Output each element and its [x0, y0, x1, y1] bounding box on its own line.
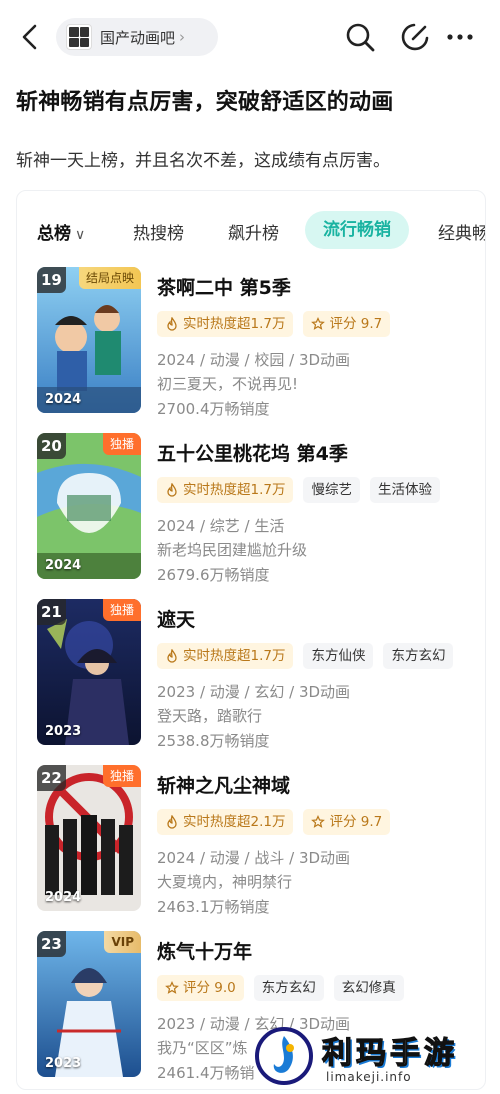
forum-avatar	[66, 24, 92, 50]
ranking-tabs: 总榜∨ 热搜榜 飙升榜 流行畅销 经典畅销	[17, 211, 485, 249]
chip-row: 实时热度超1.7万 评分 9.7	[157, 311, 391, 337]
item-title: 五十公里桃花坞 第4季	[157, 443, 348, 465]
back-arrow-icon[interactable]	[16, 22, 44, 52]
top-bar: 国产动画吧 ›	[0, 0, 500, 74]
genre-chip: 玄幻修真	[333, 975, 404, 1001]
more-icon[interactable]	[444, 20, 478, 54]
poster: 19 结局点映 2024	[37, 267, 141, 413]
star-icon	[311, 815, 326, 828]
list-item[interactable]: 22 独播 2024 斩神之凡尘神域 实时热度超2.1万 评分 9.7 2024…	[37, 765, 477, 916]
genre-chip: 东方玄幻	[383, 643, 454, 669]
star-icon	[311, 317, 326, 330]
watermark: 利玛手游 limakeji.info	[254, 1026, 494, 1090]
forum-name: 国产动画吧	[100, 28, 176, 47]
heat-chip: 实时热度超1.7万	[157, 477, 294, 503]
item-meta: 2024 / 动漫 / 校园 / 3D动画	[157, 351, 351, 369]
chip-row: 实时热度超1.7万 东方仙侠 东方玄幻	[157, 643, 454, 669]
poster: 23 VIP 2023	[37, 931, 141, 1077]
flame-icon	[167, 649, 177, 663]
item-tagline: 我乃“区区”炼	[157, 1039, 248, 1057]
tab-hot-search[interactable]: 热搜榜	[133, 219, 184, 244]
ranking-card: 总榜∨ 热搜榜 飙升榜 流行畅销 经典畅销 19 结局点映 2024 茶啊二中 …	[16, 190, 486, 1090]
tab-classic-sales[interactable]: 经典畅销	[438, 219, 485, 244]
rating-chip: 评分 9.0	[157, 975, 244, 1001]
chevron-right-icon: ›	[179, 28, 186, 46]
item-title: 炼气十万年	[157, 941, 253, 963]
watermark-url: limakeji.info	[326, 1070, 412, 1084]
item-tagline: 新老坞民团建尴尬升级	[157, 541, 308, 559]
rank-badge: 21	[37, 599, 66, 625]
rank-badge: 19	[37, 267, 66, 293]
item-sales: 2700.4万畅销度	[157, 400, 270, 418]
item-sales: 2461.4万畅销	[157, 1064, 255, 1082]
star-icon	[165, 981, 179, 994]
item-title: 茶啊二中 第5季	[157, 277, 291, 299]
poster: 22 独播 2024	[37, 765, 141, 911]
item-sales: 2679.6万畅销度	[157, 566, 270, 584]
item-tagline: 登天路，踏歌行	[157, 707, 263, 725]
tab-popular-sales[interactable]: 流行畅销	[305, 211, 409, 249]
flame-icon	[167, 317, 177, 331]
list-item[interactable]: 21 独播 2023 遮天 实时热度超1.7万 东方仙侠 东方玄幻 2023 /…	[37, 599, 477, 750]
poster-year: 2023	[45, 1056, 82, 1071]
poster: 20 独播 2024	[37, 433, 141, 579]
rating-chip: 评分 9.7	[303, 311, 391, 337]
tab-total[interactable]: 总榜 ∨	[37, 219, 85, 244]
tab-rising[interactable]: 飙升榜	[228, 219, 279, 244]
poster-tag: 结局点映	[78, 267, 141, 289]
chip-row: 实时热度超1.7万 慢综艺 生活体验	[157, 477, 440, 503]
chevron-down-icon: ∨	[75, 227, 86, 243]
poster-year: 2024	[45, 558, 82, 573]
genre-chip: 东方仙侠	[303, 643, 374, 669]
list-item[interactable]: 19 结局点映 2024 茶啊二中 第5季 实时热度超1.7万 评分 9.7 2…	[37, 267, 477, 418]
genre-chip: 生活体验	[369, 477, 440, 503]
vip-tag: VIP	[104, 931, 141, 953]
item-tagline: 初三夏天，不说再见!	[157, 375, 299, 393]
genre-chip: 东方玄幻	[253, 975, 324, 1001]
list-item[interactable]: 20 独播 2024 五十公里桃花坞 第4季 实时热度超1.7万 慢综艺 生活体…	[37, 433, 477, 584]
heat-chip: 实时热度超2.1万	[157, 809, 294, 835]
flame-icon	[167, 815, 177, 829]
chip-row: 评分 9.0 东方玄幻 玄幻修真	[157, 975, 404, 1001]
heat-chip: 实时热度超1.7万	[157, 643, 294, 669]
edit-icon[interactable]	[398, 20, 432, 54]
poster-tag: 独播	[102, 433, 141, 455]
poster: 21 独播 2023	[37, 599, 141, 745]
rating-chip: 评分 9.7	[303, 809, 391, 835]
item-meta: 2024 / 综艺 / 生活	[157, 517, 285, 535]
item-meta: 2023 / 动漫 / 玄幻 / 3D动画	[157, 683, 351, 701]
poster-year: 2023	[45, 724, 82, 739]
forum-pill[interactable]: 国产动画吧 ›	[56, 18, 218, 56]
poster-tag: 独播	[102, 599, 141, 621]
item-meta: 2024 / 动漫 / 战斗 / 3D动画	[157, 849, 351, 867]
heat-chip: 实时热度超1.7万	[157, 311, 294, 337]
poster-year: 2024	[45, 890, 82, 905]
rank-badge: 20	[37, 433, 66, 459]
item-sales: 2538.8万畅销度	[157, 732, 270, 750]
item-sales: 2463.1万畅销度	[157, 898, 270, 916]
post-body: 斩神一天上榜，并且名次不差，这成绩有点厉害。	[16, 151, 390, 171]
item-tagline: 大夏境内，神明禁行	[157, 873, 293, 891]
genre-chip: 慢综艺	[303, 477, 360, 503]
poster-year: 2024	[45, 392, 82, 407]
post-title: 斩神畅销有点厉害，突破舒适区的动画	[16, 90, 394, 115]
poster-tag: 独播	[102, 765, 141, 787]
chip-row: 实时热度超2.1万 评分 9.7	[157, 809, 391, 835]
search-icon[interactable]	[343, 20, 377, 54]
watermark-logo-icon	[255, 1027, 313, 1085]
rank-badge: 22	[37, 765, 66, 791]
rank-badge: 23	[37, 931, 66, 957]
flame-icon	[167, 483, 177, 497]
item-title: 遮天	[157, 609, 196, 631]
item-title: 斩神之凡尘神域	[157, 775, 291, 797]
watermark-brand: 利玛手游	[321, 1035, 458, 1071]
